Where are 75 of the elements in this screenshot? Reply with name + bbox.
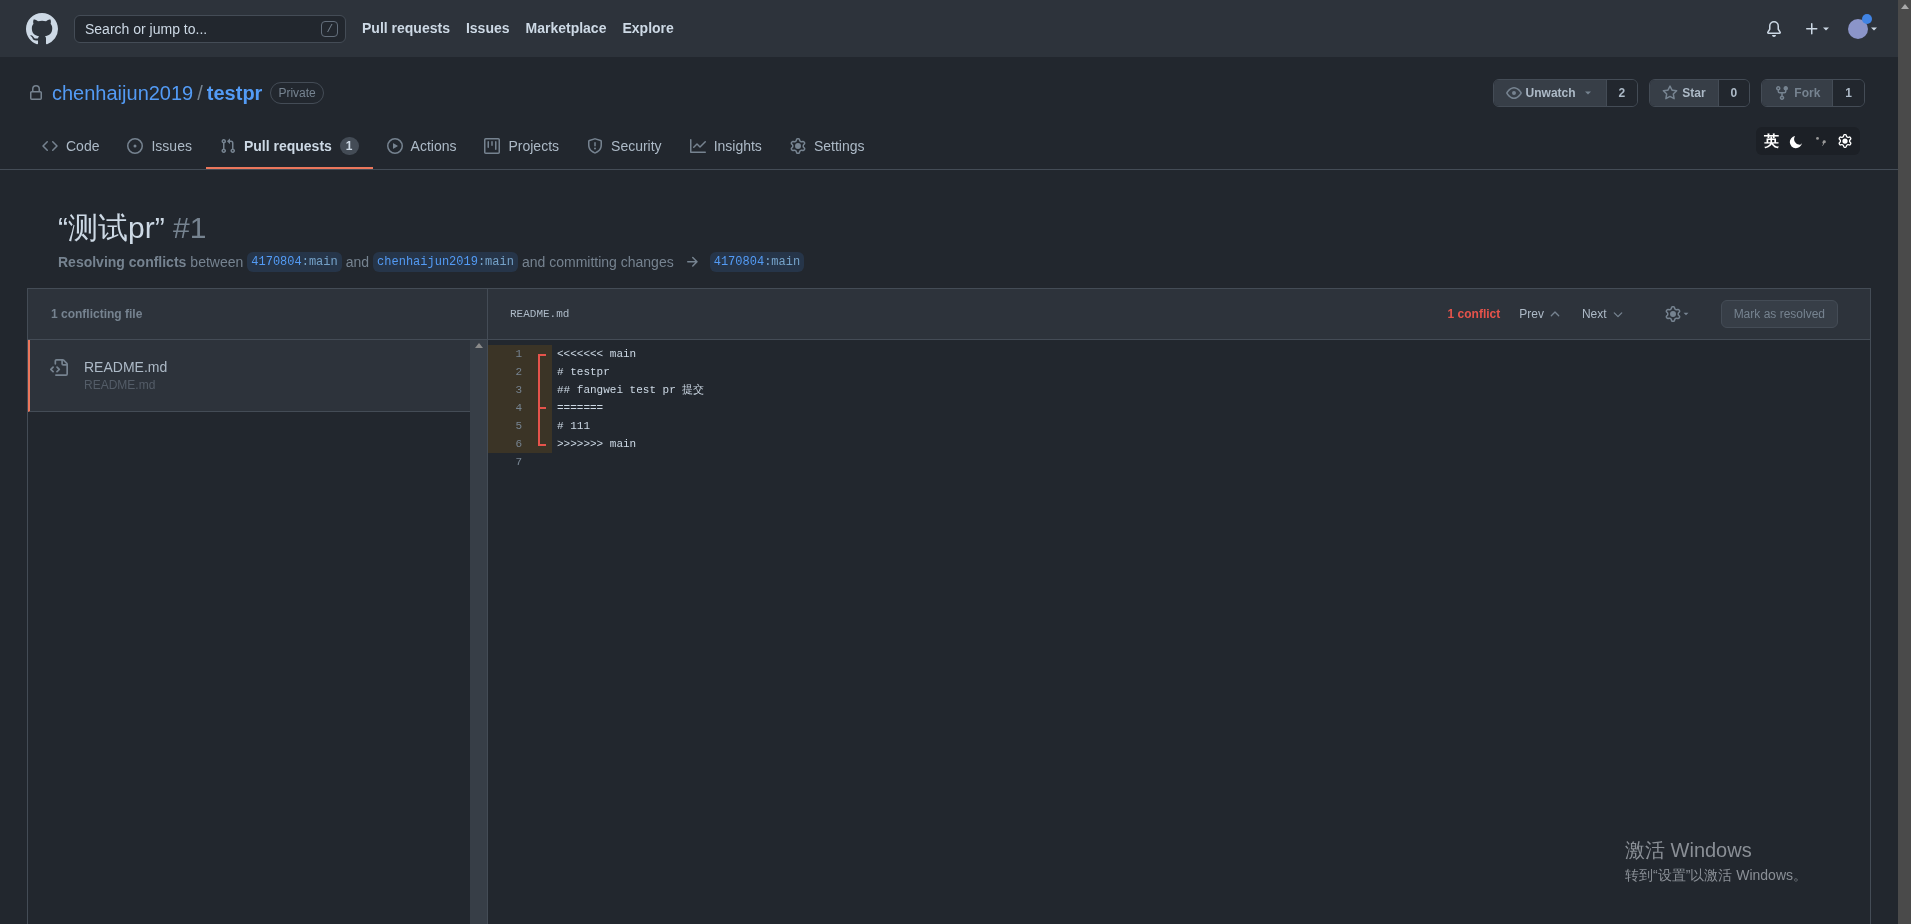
settings-icon xyxy=(789,138,806,154)
summary-text: Resolving conflicts xyxy=(58,252,187,272)
files-heading: 1 conflicting file xyxy=(51,306,143,323)
line-number: 5 xyxy=(514,418,522,434)
lock-icon xyxy=(28,85,44,101)
pull-icon xyxy=(219,138,236,154)
tab[interactable]: Actions xyxy=(372,125,471,169)
nav-link[interactable]: Pull requests xyxy=(362,18,450,39)
star-icon xyxy=(1662,85,1679,101)
eye-icon xyxy=(1505,85,1522,101)
avatar xyxy=(1848,18,1868,39)
activation-notice-title: 激活 Windows xyxy=(1625,838,1753,863)
security-icon xyxy=(587,138,604,154)
notification-bell-icon[interactable] xyxy=(1766,20,1782,37)
issues-icon xyxy=(127,138,144,154)
file-list-scrollbar[interactable] xyxy=(470,340,487,924)
branch-name: 4170804:main xyxy=(247,252,342,272)
tab[interactable]: Settings xyxy=(775,125,879,169)
tab[interactable]: Projects xyxy=(470,125,574,169)
watch-button[interactable]: Unwatch xyxy=(1493,80,1606,106)
editor-settings-button[interactable] xyxy=(1664,306,1691,322)
tab[interactable]: Pull requests 1 xyxy=(205,125,373,169)
line-number: 1 xyxy=(514,346,522,362)
line-number: 3 xyxy=(514,382,522,398)
moon-icon[interactable] xyxy=(1789,133,1804,149)
repo-owner-link[interactable]: chenhaijun2019 xyxy=(52,78,194,108)
prev-conflict-button[interactable]: Prev xyxy=(1519,305,1562,323)
tab-counter: 1 xyxy=(339,137,359,155)
line-number: 4 xyxy=(514,400,522,416)
tab[interactable]: Security xyxy=(573,125,676,169)
count-link[interactable]: 2 xyxy=(1605,80,1638,106)
page-scrollbar[interactable] xyxy=(1898,0,1911,924)
code-line: ======= xyxy=(557,400,604,416)
summary-text: and xyxy=(345,252,370,272)
branch-name: 4170804:main xyxy=(709,252,805,272)
summary-text: and committing changes xyxy=(521,252,674,272)
tab[interactable]: Insights xyxy=(675,125,776,169)
next-conflict-button[interactable]: Next xyxy=(1581,305,1625,323)
conflict-count: 1 conflict xyxy=(1447,306,1501,323)
code-line: ## fangwei test pr 提交 xyxy=(557,382,705,398)
nav-link[interactable]: Explore xyxy=(622,18,674,39)
path-separator: / xyxy=(197,81,203,106)
activation-notice-message: 转到“设置”以激活 Windows。 xyxy=(1625,866,1807,885)
summary-text: between xyxy=(190,252,244,272)
file-code-icon xyxy=(50,359,68,377)
line-number: 2 xyxy=(514,364,522,380)
code-line: >>>>>>> main xyxy=(557,436,637,452)
settings-icon[interactable] xyxy=(1838,134,1852,148)
code-line: # 111 xyxy=(557,418,590,434)
punctuation-icon[interactable] xyxy=(1814,134,1828,148)
actions-icon xyxy=(386,138,403,154)
projects-icon xyxy=(484,138,501,154)
branch-name: chenhaijun2019:main xyxy=(373,252,518,272)
star-button[interactable]: Star xyxy=(1650,80,1718,106)
shortcut-key: / xyxy=(321,20,338,37)
language-toggle[interactable]: 英 xyxy=(1764,129,1779,153)
code-line: <<<<<<< main xyxy=(557,346,637,362)
nav-link[interactable]: Marketplace xyxy=(525,18,607,39)
tab[interactable]: Code xyxy=(28,125,114,169)
code-icon xyxy=(42,138,58,154)
line-number: 6 xyxy=(514,436,522,452)
pull-request-title: “测试pr” #1 xyxy=(58,210,208,246)
insights-icon xyxy=(689,138,706,154)
tab[interactable]: Issues xyxy=(113,125,206,169)
nav-link[interactable]: Issues xyxy=(465,18,510,39)
code-line: # testpr xyxy=(557,364,610,380)
settings-icon xyxy=(1664,306,1681,322)
github-logo-icon[interactable] xyxy=(26,12,58,45)
count-link[interactable]: 0 xyxy=(1717,80,1750,106)
editor-filename: README.md xyxy=(510,306,570,322)
plus-icon xyxy=(1804,20,1820,37)
file-name: README.md xyxy=(84,358,168,376)
repo-name-link[interactable]: testpr xyxy=(206,78,263,108)
line-number: 7 xyxy=(514,454,522,470)
fork-icon xyxy=(1774,85,1791,101)
